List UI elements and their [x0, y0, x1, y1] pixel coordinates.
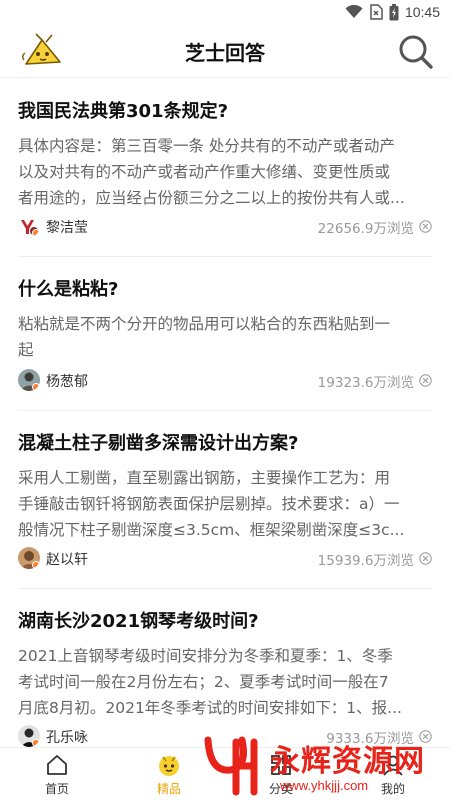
page-title: 芝士回答	[185, 41, 265, 65]
avatar[interactable]	[18, 547, 40, 569]
author-row: 杨葱郁 19323.6万浏览	[18, 369, 432, 393]
search-icon[interactable]	[396, 32, 434, 70]
featured-icon	[159, 756, 179, 776]
answer-excerpt[interactable]: 粘粘就是不两个分开的物品用可以粘合的东西粘贴到一 起	[18, 311, 432, 363]
question-card[interactable]: 湖南长沙2021钢琴考级时间? 2021上音钢琴考级时间安排分为冬季和夏季：1、…	[18, 589, 432, 747]
view-count: 22656.9万浏览	[317, 221, 414, 237]
author-name[interactable]: 杨葱郁	[46, 371, 88, 391]
question-card[interactable]: 什么是粘粘? 粘粘就是不两个分开的物品用可以粘合的东西粘贴到一 起 杨葱郁 19…	[18, 257, 432, 411]
nav-label: 首页	[44, 782, 69, 796]
site-watermark: 永辉资源网 www.yhkjjj.com	[200, 732, 450, 800]
sim-icon	[370, 4, 383, 20]
excerpt-line: 手锤敲击钢钎将钢筋表面保护层剔掉。技术要求：a）一	[18, 495, 400, 513]
author-row: 赵以轩 15939.6万浏览	[18, 547, 432, 571]
author-row: 黎洁莹 22656.9万浏览	[18, 215, 432, 239]
wifi-icon	[345, 5, 363, 18]
question-card[interactable]: 混凝土柱子剔凿多深需设计出方案? 采用人工剔凿，直至剔露出钢筋，主要操作工艺为：…	[18, 411, 432, 589]
excerpt-line: 者用途的，应当经占份额三分之二以上的按份共有人或...	[18, 189, 405, 207]
view-count: 15939.6万浏览	[317, 553, 414, 569]
excerpt-line: 粘粘就是不两个分开的物品用可以粘合的东西粘贴到一	[18, 315, 391, 333]
excerpt-line: 2021上音钢琴考级时间安排分为冬季和夏季：1、冬季	[18, 647, 393, 665]
answer-excerpt[interactable]: 2021上音钢琴考级时间安排分为冬季和夏季：1、冬季 考试时间一般在2月份左右；…	[18, 643, 432, 721]
avatar[interactable]	[18, 369, 40, 391]
question-feed[interactable]: 我国民法典第301条规定? 具体内容是：第三百零一条 处分共有的不动产或者动产 …	[0, 79, 450, 747]
excerpt-line: 般情况下柱子剔凿深度≤3.5cm、框架梁剔凿深度≤3c...	[18, 521, 405, 539]
excerpt-line: 考试时间一般在2月份左右；2、夏季考试时间一般在7	[18, 673, 389, 691]
status-icons: 10:45	[345, 3, 440, 21]
status-bar: 10:45	[0, 0, 450, 24]
close-icon[interactable]	[419, 374, 432, 387]
question-title[interactable]: 湖南长沙2021钢琴考级时间?	[18, 609, 432, 635]
close-icon[interactable]	[419, 220, 432, 233]
question-card[interactable]: 我国民法典第301条规定? 具体内容是：第三百零一条 处分共有的不动产或者动产 …	[18, 79, 432, 257]
question-title[interactable]: 我国民法典第301条规定?	[18, 99, 432, 125]
avatar[interactable]	[18, 725, 40, 747]
author-name[interactable]: 黎洁莹	[46, 217, 88, 237]
author-name[interactable]: 孔乐咏	[46, 727, 88, 747]
watermark-url: www.yhkjjj.com	[280, 778, 369, 793]
home-icon	[47, 755, 67, 775]
question-title[interactable]: 什么是粘粘?	[18, 277, 432, 303]
avatar[interactable]	[18, 215, 40, 237]
excerpt-line: 具体内容是：第三百零一条 处分共有的不动产或者动产	[18, 137, 395, 155]
nav-item-home[interactable]: 首页	[12, 748, 102, 800]
question-title[interactable]: 混凝土柱子剔凿多深需设计出方案?	[18, 431, 432, 457]
answer-excerpt[interactable]: 具体内容是：第三百零一条 处分共有的不动产或者动产 以及对共有的不动产或者动产作…	[18, 133, 432, 211]
author-name[interactable]: 赵以轩	[46, 549, 88, 569]
excerpt-line: 起	[18, 341, 34, 359]
battery-icon	[389, 3, 399, 20]
answer-excerpt[interactable]: 采用人工剔凿，直至剔露出钢筋，主要操作工艺为：用 手锤敲击钢钎将钢筋表面保护层剔…	[18, 465, 432, 543]
close-icon[interactable]	[419, 552, 432, 565]
excerpt-line: 采用人工剔凿，直至剔露出钢筋，主要操作工艺为：用	[18, 469, 391, 487]
excerpt-line: 以及对共有的不动产或者动产作重大修缮、变更性质或	[18, 163, 391, 181]
excerpt-line: 月底8月初。2021年冬季考试的时间安排如下：1、报...	[18, 699, 402, 717]
view-count: 19323.6万浏览	[317, 375, 414, 391]
app-header: 芝士回答	[0, 24, 450, 78]
watermark-title: 永辉资源网	[270, 744, 425, 779]
watermark-logo	[204, 736, 258, 796]
status-time: 10:45	[404, 4, 440, 20]
